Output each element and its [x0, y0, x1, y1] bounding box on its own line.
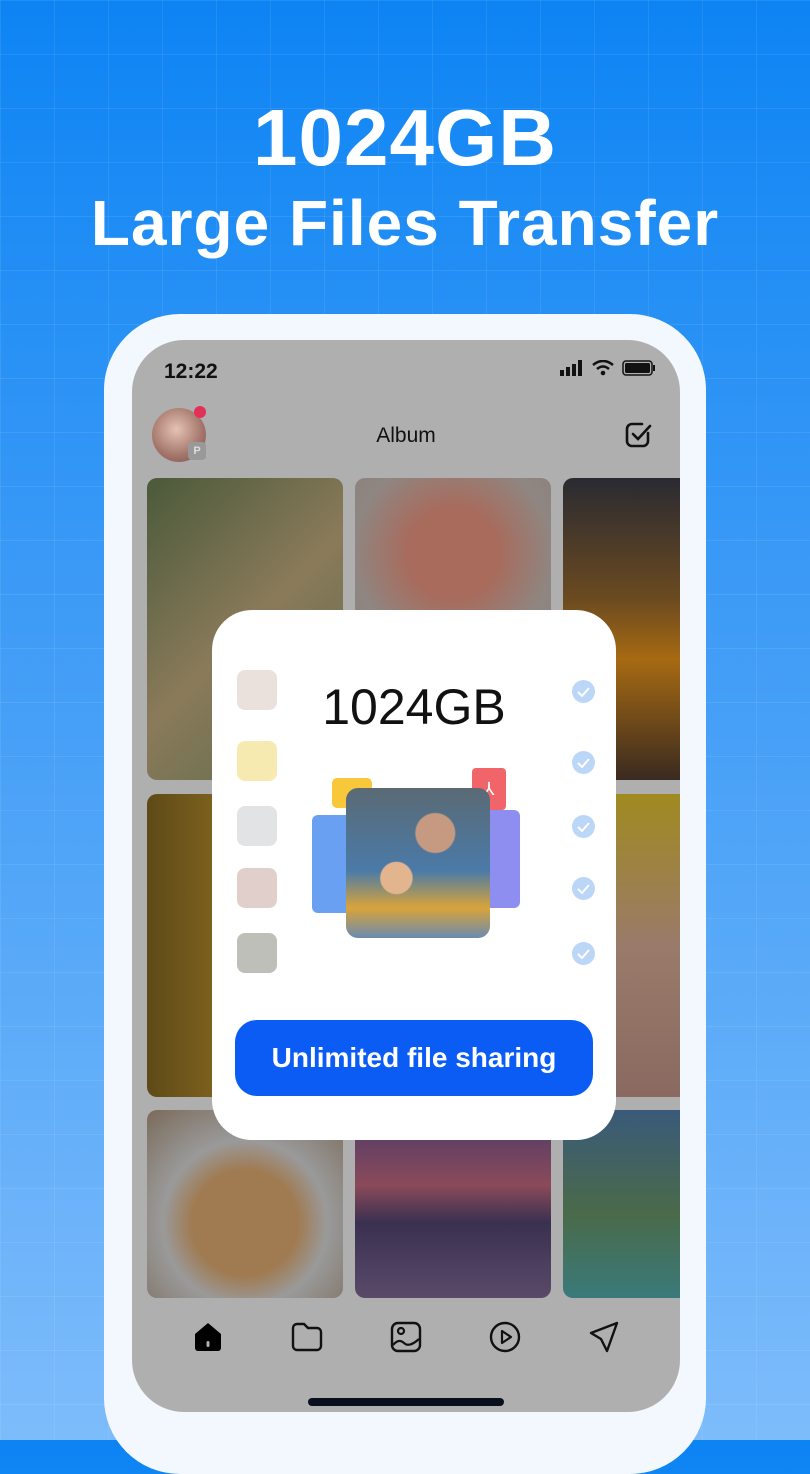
folder-icon[interactable]	[290, 1320, 324, 1354]
check-icon	[572, 942, 595, 965]
check-icon	[572, 751, 595, 774]
play-icon[interactable]	[488, 1320, 522, 1354]
check-icon	[572, 680, 595, 703]
file-thumbnail	[237, 868, 277, 908]
notification-dot	[194, 406, 206, 418]
page-title: Album	[376, 424, 436, 447]
unlimited-sharing-button[interactable]: Unlimited file sharing	[235, 1020, 593, 1096]
select-checkbox-icon[interactable]	[624, 420, 654, 450]
bottom-nav	[132, 1297, 680, 1377]
home-icon[interactable]	[191, 1320, 225, 1354]
home-indicator	[308, 1398, 504, 1406]
featured-photo	[346, 788, 490, 938]
promo-modal: 1024GB ⅄ Unlimited file sharing	[212, 610, 616, 1140]
wifi-icon	[592, 360, 614, 376]
check-icon	[572, 815, 595, 838]
send-icon[interactable]	[587, 1320, 621, 1354]
file-thumbnail	[237, 806, 277, 846]
signal-icon	[560, 360, 582, 376]
check-icon	[572, 877, 595, 900]
file-thumbnail	[237, 670, 277, 710]
battery-icon	[622, 360, 655, 376]
headline-subtitle: Large Files Transfer	[90, 187, 720, 259]
status-icons	[560, 360, 656, 376]
status-time: 12:22	[164, 360, 218, 383]
headline-size: 1024GB	[253, 93, 557, 182]
file-thumbnail	[237, 741, 277, 781]
image-icon[interactable]	[389, 1320, 423, 1354]
file-thumbnail	[237, 933, 277, 973]
